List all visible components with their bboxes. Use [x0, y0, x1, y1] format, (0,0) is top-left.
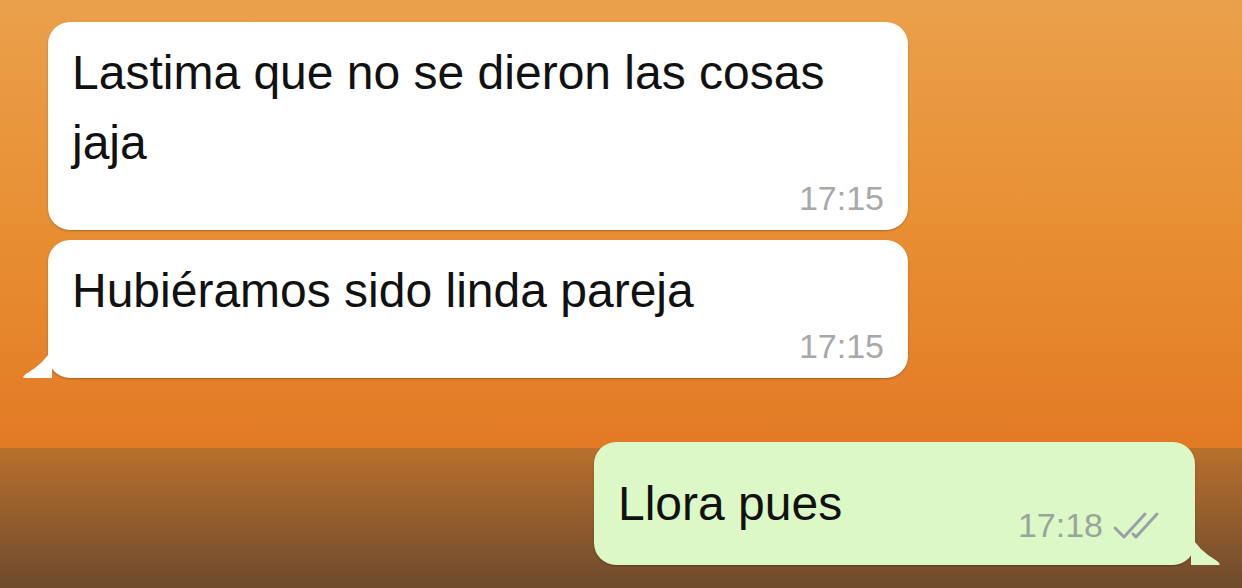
message-list: Lastima que no se dieron las cosas jaja1… — [0, 0, 1242, 588]
incoming-message[interactable]: Lastima que no se dieron las cosas jaja1… — [48, 22, 908, 230]
outgoing-message[interactable]: Llora pues 17:18 — [594, 442, 1195, 565]
message-text: Hubiéramos sido linda pareja — [72, 256, 884, 326]
bubble-tail-icon — [1191, 535, 1221, 565]
message-time: 17:15 — [799, 173, 884, 224]
message-time: 17:15 — [799, 321, 884, 372]
message-time: 17:18 — [1018, 500, 1103, 551]
message-text: Lastima que no se dieron las cosas jaja — [72, 38, 884, 178]
bubble-tail-icon — [22, 348, 52, 378]
chat-screen: Lastima que no se dieron las cosas jaja1… — [0, 0, 1242, 588]
double-check-icon — [1111, 508, 1169, 544]
message-text: Llora pues — [618, 469, 842, 539]
incoming-message[interactable]: Hubiéramos sido linda pareja17:15 — [48, 240, 908, 378]
